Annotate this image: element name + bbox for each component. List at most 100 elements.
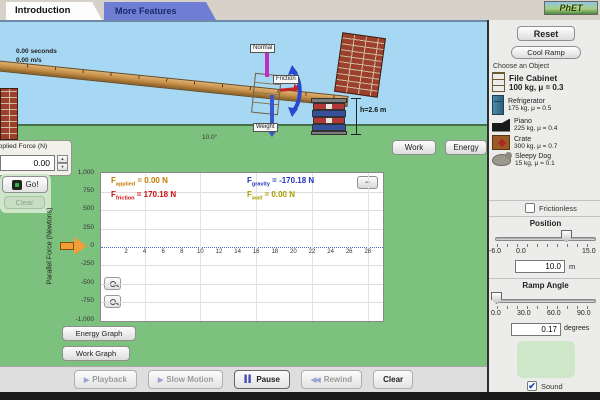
right-brick-wall xyxy=(334,32,386,98)
stack-base xyxy=(311,131,347,135)
weight-force-label: Weight xyxy=(253,123,278,132)
normal-force-arrow xyxy=(265,52,269,77)
force-readout-wall: Fwall = 0.00 N xyxy=(247,190,295,202)
applied-force-clear-button[interactable]: Clear xyxy=(4,196,45,209)
go-highlight-panel xyxy=(517,341,575,378)
x-tick-label: 8 xyxy=(174,249,190,255)
control-panel: Reset Cool Ramp Choose an Object File Ca… xyxy=(487,20,600,392)
applied-force-input[interactable] xyxy=(0,155,55,171)
rewind-button[interactable]: ◀◀ Rewind xyxy=(301,370,362,389)
friction-force-label: Friction xyxy=(273,75,299,84)
object-name: Sleepy Dog xyxy=(515,153,555,160)
window-bottom-edge xyxy=(0,392,600,400)
height-dimension-line xyxy=(356,98,357,135)
stack-book xyxy=(312,110,346,117)
stepper-down-icon[interactable] xyxy=(57,163,68,171)
playback-button-label: Pause xyxy=(256,375,280,384)
gridline xyxy=(368,173,369,321)
zero-gridline xyxy=(101,247,383,248)
object-item-file-cabinet[interactable]: File Cabinet100 kg, μ = 0.3 xyxy=(492,72,600,92)
gridline xyxy=(101,210,383,211)
cool-ramp-button-label: Cool Ramp xyxy=(527,48,565,57)
work-graph-button[interactable]: Work Graph xyxy=(62,346,130,361)
playback-button-label: Rewind xyxy=(324,375,352,384)
force-graph-panel: − 246810121416182022242628Fapplied = 0.0… xyxy=(100,172,384,322)
dog-icon xyxy=(492,154,511,166)
x-tick-label: 2 xyxy=(118,249,134,255)
simulation-area: 0.00 seconds 0.00 m/s Normal Friction xyxy=(0,20,487,366)
slider-tick-label: -6.0 xyxy=(489,248,501,255)
playback-button-label: Playback xyxy=(92,375,127,384)
go-button-label: Go! xyxy=(26,180,39,189)
x-tick-label: 4 xyxy=(137,249,153,255)
horizon-line xyxy=(0,124,487,126)
cool-ramp-button[interactable]: Cool Ramp xyxy=(511,46,581,59)
slider-tick-label: 60.0 xyxy=(547,310,561,317)
piano-icon xyxy=(492,119,510,132)
stack-book xyxy=(313,103,345,110)
ramp-angle-input[interactable] xyxy=(511,323,561,336)
object-item-piano[interactable]: Piano225 kg, μ = 0.4 xyxy=(492,118,600,132)
sound-checkbox[interactable]: ✔ xyxy=(527,381,537,391)
ramp-angle-slider-track[interactable] xyxy=(495,299,596,303)
ramp-height-label: h=2.6 m xyxy=(360,107,386,114)
position-slider-track[interactable] xyxy=(495,237,596,241)
slider-tick-label: 30.0 xyxy=(517,310,531,317)
playback-button-label: Clear xyxy=(383,375,403,384)
rotate-ramp-arrow[interactable] xyxy=(288,64,304,118)
applied-force-handle-arrow-icon[interactable] xyxy=(74,237,87,255)
tab-introduction[interactable]: Introduction xyxy=(6,2,102,20)
object-item-crate[interactable]: Crate300 kg, μ = 0.7 xyxy=(492,135,600,150)
stack-book xyxy=(313,117,345,124)
stack-book xyxy=(312,124,346,131)
force-readout-applied: Fapplied = 0.00 N xyxy=(111,176,168,188)
phet-logo-text: PhET xyxy=(559,3,582,13)
sound-label: Sound xyxy=(541,382,563,391)
ramp-angle-label: 10.0° xyxy=(202,134,217,141)
applied-force-go-button[interactable]: Go! xyxy=(2,176,48,193)
file-cabinet-icon xyxy=(492,72,505,92)
x-tick-label: 10 xyxy=(192,249,208,255)
clear-button[interactable]: Clear xyxy=(373,370,413,389)
object-item-sleepy-dog[interactable]: Sleepy Dog15 kg, μ = 0.1 xyxy=(492,153,600,167)
tab-introduction-label: Introduction xyxy=(15,5,70,16)
pause-button[interactable]: ▌▌Pause xyxy=(234,370,290,389)
object-name: Piano xyxy=(514,118,557,125)
object-list: File Cabinet100 kg, μ = 0.3 Refrigerator1… xyxy=(492,72,600,170)
x-tick-label: 12 xyxy=(211,249,227,255)
work-graph-button-label: Work Graph xyxy=(76,349,116,358)
object-spec: 15 kg, μ = 0.1 xyxy=(515,160,555,167)
work-button-label: Work xyxy=(405,143,424,152)
slow-icon: ▶ xyxy=(158,376,162,384)
reset-button[interactable]: Reset xyxy=(517,26,575,41)
tab-more-features[interactable]: More Features xyxy=(104,2,216,20)
applied-force-stepper xyxy=(57,155,68,171)
playback-bar: ▶ Playback ▶Slow Motion ▌▌Pause ◀◀ Rewind Clea… xyxy=(0,366,487,392)
play-icon: ▶ xyxy=(84,376,88,384)
rewind-icon: ◀◀ xyxy=(311,376,320,384)
gridline xyxy=(101,302,383,303)
x-tick-label: 14 xyxy=(230,249,246,255)
object-spec: 225 kg, μ = 0.4 xyxy=(514,125,557,132)
x-tick-label: 20 xyxy=(285,249,301,255)
energy-graph-button[interactable]: Energy Graph xyxy=(62,326,136,341)
y-tick-label: 250 xyxy=(83,224,94,231)
y-tick-label: 0 xyxy=(90,242,94,249)
ramp-angle-title: Ramp Angle xyxy=(489,281,600,290)
work-button[interactable]: Work xyxy=(392,140,436,155)
energy-button[interactable]: Energy xyxy=(445,140,487,155)
frictionless-checkbox[interactable] xyxy=(525,203,535,213)
applied-force-handle[interactable] xyxy=(60,242,74,250)
clear-button-label: Clear xyxy=(16,198,34,207)
height-dimension-cap xyxy=(351,98,361,99)
stepper-up-icon[interactable] xyxy=(57,155,68,163)
position-input[interactable] xyxy=(515,260,565,273)
position-title: Position xyxy=(489,219,600,228)
crate-icon xyxy=(492,135,510,150)
object-item-refrigerator[interactable]: Refrigerator175 kg, μ = 0.5 xyxy=(492,95,600,115)
tab-bar: Introduction More Features PhET xyxy=(0,0,600,20)
playback-button[interactable]: ▶ Playback xyxy=(74,370,137,389)
reset-button-label: Reset xyxy=(534,29,559,39)
force-readout-friction: Ffriction = 170.18 N xyxy=(111,190,176,202)
slow-motion-button[interactable]: ▶Slow Motion xyxy=(148,370,224,389)
